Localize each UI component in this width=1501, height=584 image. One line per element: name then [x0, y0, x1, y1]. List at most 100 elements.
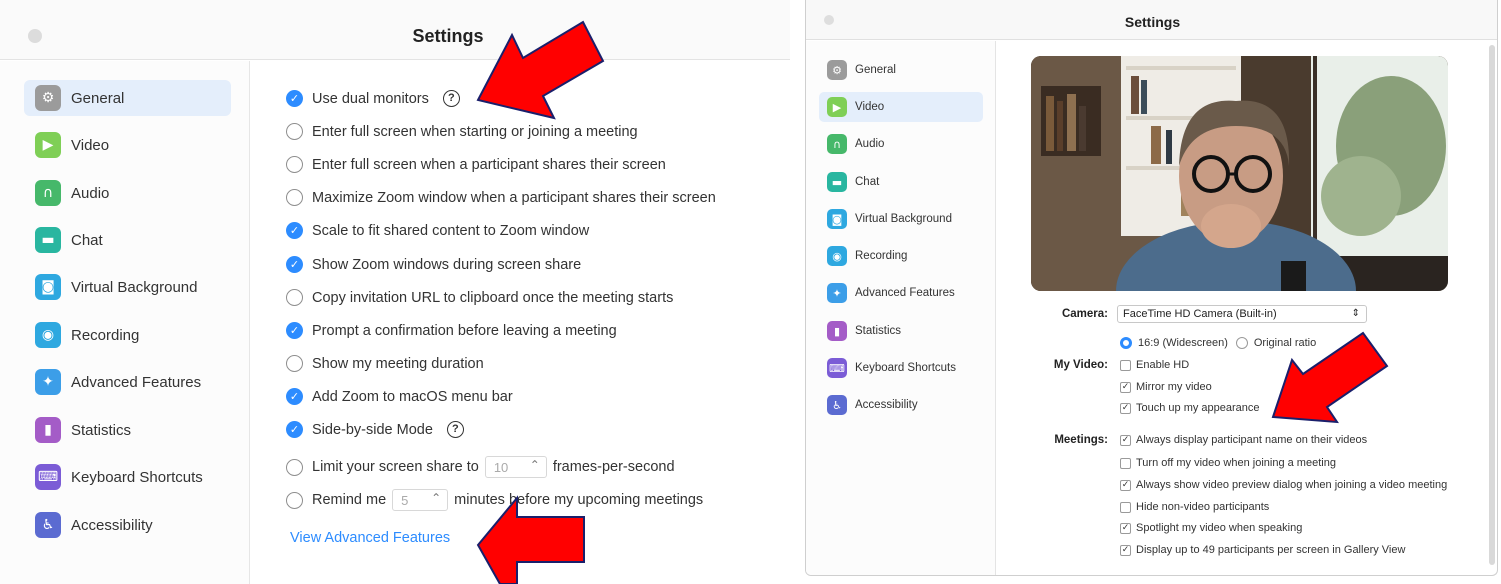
sparkle-icon: ✦ — [35, 369, 61, 395]
settings-window-video: Settings ⚙ General ▶ Video ∩ Audio ▬ Chat ◙ Virtu… — [805, 0, 1498, 576]
sidebar-item-audio[interactable]: ∩ Audio — [819, 129, 983, 159]
sidebar-item-label: Video — [855, 101, 885, 113]
sidebar-item-accessibility[interactable]: ♿ Accessibility — [819, 390, 983, 420]
option-add-zoom-to-macos-menu-bar[interactable]: ✓ Add Zoom to macOS menu bar — [286, 388, 513, 405]
sidebar-item-advanced-features[interactable]: ✦ Advanced Features — [819, 278, 983, 308]
option-label: Prompt a confirmation before leaving a m… — [312, 322, 617, 339]
option-touch-up-my-appearance[interactable]: ✓ Touch up my appearance — [1120, 402, 1260, 414]
limit-share-option[interactable]: Limit your screen share to 10 ⌃ frames-pe… — [286, 456, 675, 478]
sidebar-item-statistics[interactable]: ▮ Statistics — [24, 412, 231, 448]
sidebar-item-keyboard-shortcuts[interactable]: ⌨ Keyboard Shortcuts — [819, 353, 983, 383]
stepper-value: 5 — [401, 492, 409, 508]
stepper-arrows-icon[interactable]: ⌃ — [431, 491, 441, 505]
unchecked-checkbox[interactable] — [286, 156, 303, 173]
option-spotlight-my-video-when-speaking[interactable]: ✓ Spotlight my video when speaking — [1120, 522, 1302, 534]
option-label: Touch up my appearance — [1136, 402, 1260, 414]
option-label: Spotlight my video when speaking — [1136, 522, 1303, 534]
option-mirror-my-video[interactable]: ✓ Mirror my video — [1120, 381, 1212, 393]
option-turn-off-my-video-when-joining-a-meeting[interactable]: Turn off my video when joining a meeting — [1120, 457, 1336, 469]
sidebar-item-chat[interactable]: ▬ Chat — [819, 167, 983, 197]
camera-select-value: FaceTime HD Camera (Built-in) — [1123, 308, 1277, 320]
unchecked-checkbox[interactable] — [286, 289, 303, 306]
unchecked-checkbox[interactable] — [286, 189, 303, 206]
sidebar-item-video[interactable]: ▶ Video — [819, 92, 983, 122]
option-enable-hd[interactable]: Enable HD — [1120, 359, 1189, 371]
checked-checkbox[interactable]: ✓ — [1120, 522, 1131, 534]
sidebar-item-label: Video — [71, 136, 110, 154]
sidebar-item-virtual-background[interactable]: ◙ Virtual Background — [24, 269, 231, 305]
sidebar-item-label: Statistics — [71, 421, 132, 439]
checked-checkbox[interactable]: ✓ — [1120, 544, 1131, 556]
option-hide-non-video-participants[interactable]: Hide non-video participants — [1120, 501, 1269, 513]
option-label: Side-by-side Mode — [312, 421, 433, 438]
checked-checkbox[interactable]: ✓ — [1120, 381, 1131, 393]
fps-stepper[interactable]: 10 ⌃ — [484, 456, 547, 478]
radio-original[interactable] — [1235, 337, 1248, 349]
option-label: Always display participant name on their… — [1136, 434, 1368, 446]
unchecked-checkbox[interactable] — [286, 355, 303, 372]
sidebar-item-audio[interactable]: ∩ Audio — [24, 175, 231, 211]
view-advanced-features-link[interactable]: View Advanced Features — [290, 530, 450, 546]
sidebar-item-label: Statistics — [855, 325, 902, 337]
sidebar-item-video[interactable]: ▶ Video — [24, 127, 231, 163]
checked-checkbox[interactable]: ✓ — [1120, 434, 1131, 446]
option-scale-to-fit-shared-content-to-zoom-window[interactable]: ✓ Scale to fit shared content to Zoom win… — [286, 222, 589, 239]
option-maximize-zoom-window-when-a-participant-shares-their-screen[interactable]: Maximize Zoom window when a participant … — [286, 189, 716, 206]
sidebar-item-advanced-features[interactable]: ✦ Advanced Features — [24, 364, 231, 400]
sidebar-item-accessibility[interactable]: ♿ Accessibility — [24, 507, 231, 543]
option-side-by-side-mode[interactable]: ✓ Side-by-side Mode? — [286, 421, 464, 438]
stepper-arrows-icon[interactable]: ⌃ — [530, 458, 540, 472]
remind-option[interactable]: Remind me 5 ⌃ minutes before my upcoming … — [286, 489, 703, 511]
sidebar-item-recording[interactable]: ◉ Recording — [24, 317, 231, 353]
sidebar-item-label: Keyboard Shortcuts — [855, 362, 957, 374]
keyboard-icon: ⌨ — [827, 358, 847, 378]
help-icon[interactable]: ? — [442, 90, 460, 107]
camera-label: Camera: — [1061, 308, 1108, 320]
checked-checkbox[interactable]: ✓ — [286, 322, 303, 339]
help-icon[interactable]: ? — [446, 421, 464, 438]
unchecked-checkbox[interactable] — [286, 123, 303, 140]
scrollbar[interactable] — [1489, 45, 1495, 565]
radio-widescreen[interactable] — [1120, 337, 1132, 349]
window-title: Settings — [1124, 14, 1181, 30]
option-always-show-video-preview-dialog-when-joining-a-video-meeting[interactable]: ✓ Always show video preview dialog when j… — [1120, 479, 1447, 491]
checked-checkbox[interactable]: ✓ — [1120, 479, 1131, 491]
checked-checkbox[interactable]: ✓ — [286, 421, 303, 438]
sidebar-item-virtual-background[interactable]: ◙ Virtual Background — [819, 204, 983, 234]
camera-select[interactable]: FaceTime HD Camera (Built-in) ⇕ — [1117, 305, 1367, 323]
sidebar-item-label: Keyboard Shortcuts — [71, 468, 203, 486]
radio-button[interactable] — [286, 458, 303, 476]
option-display-up-to-49-participants-per-screen-in-gallery-view[interactable]: ✓ Display up to 49 participants per scree… — [1120, 544, 1405, 556]
minutes-stepper[interactable]: 5 ⌃ — [392, 489, 449, 511]
checked-checkbox[interactable]: ✓ — [1120, 402, 1131, 414]
sidebar-item-general[interactable]: ⚙ General — [24, 80, 231, 116]
keyboard-icon: ⌨ — [35, 464, 61, 490]
checked-checkbox[interactable]: ✓ — [286, 388, 303, 405]
option-always-display-participant-name-on-their-videos[interactable]: ✓ Always display participant name on thei… — [1120, 434, 1367, 446]
option-copy-invitation-url-to-clipboard-once-the-meeting-starts[interactable]: Copy invitation URL to clipboard once th… — [286, 289, 673, 306]
sidebar-item-recording[interactable]: ◉ Recording — [819, 241, 983, 271]
select-arrows-icon: ⇕ — [1351, 308, 1360, 319]
bar-chart-icon: ▮ — [827, 321, 847, 341]
option-suffix: minutes before my upcoming meetings — [454, 492, 704, 508]
option-prompt-a-confirmation-before-leaving-a-meeting[interactable]: ✓ Prompt a confirmation before leaving a … — [286, 322, 617, 339]
checked-checkbox[interactable]: ✓ — [286, 256, 303, 273]
sidebar-item-chat[interactable]: ▬ Chat — [24, 222, 231, 258]
checked-checkbox[interactable]: ✓ — [286, 222, 303, 239]
window-title: Settings — [412, 26, 484, 46]
sidebar-item-keyboard-shortcuts[interactable]: ⌨ Keyboard Shortcuts — [24, 459, 231, 495]
option-show-my-meeting-duration[interactable]: Show my meeting duration — [286, 355, 484, 372]
option-use-dual-monitors[interactable]: ✓ Use dual monitors? — [286, 90, 460, 107]
option-show-zoom-windows-during-screen-share[interactable]: ✓ Show Zoom windows during screen share — [286, 256, 581, 273]
option-enter-full-screen-when-a-participant-shares-their-screen[interactable]: Enter full screen when a participant sha… — [286, 156, 666, 173]
sidebar-item-general[interactable]: ⚙ General — [819, 55, 983, 85]
unchecked-checkbox[interactable] — [1120, 457, 1131, 469]
checked-checkbox[interactable]: ✓ — [286, 90, 303, 107]
sidebar-item-statistics[interactable]: ▮ Statistics — [819, 316, 983, 346]
option-label: Maximize Zoom window when a participant … — [312, 189, 716, 206]
radio-button[interactable] — [286, 491, 303, 509]
unchecked-checkbox[interactable] — [1120, 501, 1131, 513]
option-enter-full-screen-when-starting-or-joining-a-meeting[interactable]: Enter full screen when starting or joini… — [286, 123, 638, 140]
unchecked-checkbox[interactable] — [1120, 359, 1131, 371]
accessibility-icon: ♿ — [35, 512, 61, 538]
